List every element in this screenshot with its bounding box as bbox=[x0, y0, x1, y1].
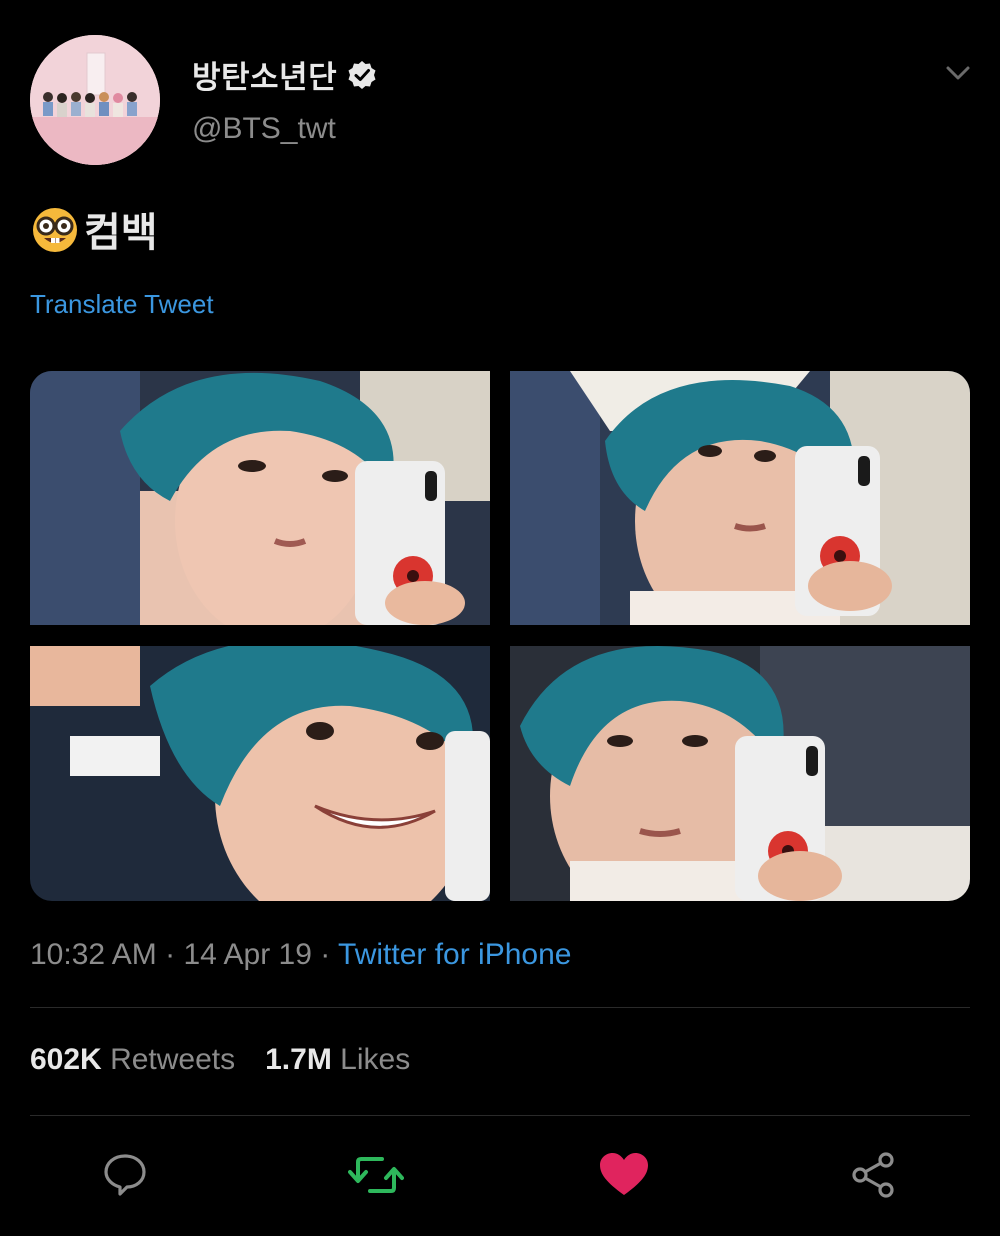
retweets-stat[interactable]: 602K Retweets bbox=[30, 1043, 235, 1076]
divider bbox=[30, 1007, 970, 1008]
retweet-icon[interactable] bbox=[348, 1150, 404, 1200]
heart-icon[interactable] bbox=[598, 1150, 648, 1200]
meta-separator: · bbox=[165, 938, 176, 971]
tweet-time[interactable]: 10:32 AM bbox=[30, 938, 157, 971]
tweet-action-bar bbox=[0, 1150, 1000, 1200]
author-name-row[interactable]: 방탄소년단 bbox=[192, 52, 377, 97]
tweet-meta: 10:32 AM · 14 Apr 19 · Twitter for iPhon… bbox=[30, 938, 571, 972]
retweets-label: Retweets bbox=[110, 1043, 236, 1076]
tweet-photo-2[interactable] bbox=[510, 371, 970, 625]
nerd-face-emoji-icon bbox=[30, 204, 80, 254]
retweets-count: 602K bbox=[30, 1043, 102, 1076]
tweet-body-text: 컴백 bbox=[84, 211, 158, 255]
tweet-photo-3[interactable] bbox=[30, 646, 490, 901]
meta-separator: · bbox=[320, 938, 331, 971]
likes-count: 1.7M bbox=[265, 1043, 332, 1076]
author-display-name[interactable]: 방탄소년단 bbox=[192, 52, 337, 97]
translate-tweet-link[interactable]: Translate Tweet bbox=[30, 289, 214, 320]
tweet-stats: 602K Retweets 1.7M Likes bbox=[30, 1043, 410, 1077]
divider bbox=[30, 1115, 970, 1116]
chevron-down-icon[interactable] bbox=[940, 55, 976, 91]
verified-badge-icon bbox=[347, 60, 377, 90]
tweet-photo-1[interactable] bbox=[30, 371, 490, 625]
likes-stat[interactable]: 1.7M Likes bbox=[265, 1043, 410, 1076]
tweet-text: 컴백 bbox=[30, 200, 158, 258]
group-photo-avatar-image bbox=[30, 35, 160, 165]
tweet-source-link[interactable]: Twitter for iPhone bbox=[338, 938, 571, 971]
share-icon[interactable] bbox=[848, 1150, 898, 1200]
tweet-date[interactable]: 14 Apr 19 bbox=[183, 938, 311, 971]
reply-icon[interactable] bbox=[100, 1150, 150, 1200]
likes-label: Likes bbox=[340, 1043, 411, 1076]
tweet-photo-4[interactable] bbox=[510, 646, 970, 901]
author-handle[interactable]: @BTS_twt bbox=[192, 112, 336, 146]
avatar[interactable] bbox=[30, 35, 160, 165]
tweet-media-grid bbox=[30, 371, 970, 901]
